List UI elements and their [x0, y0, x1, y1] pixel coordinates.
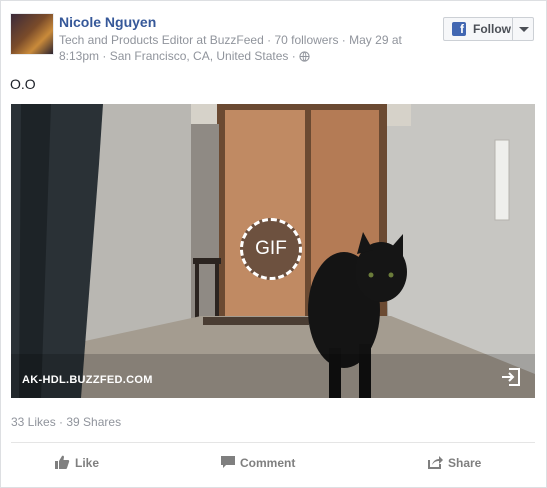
globe-icon [299, 50, 310, 66]
gif-media[interactable]: GIF AK-HDL.BUZZFED.COM [11, 104, 535, 398]
actions-divider [11, 442, 535, 443]
meta-line-2: 8:13pm · San Francisco, CA, United State… [59, 49, 296, 63]
engagement-stats[interactable]: 33 Likes · 39 Shares [11, 415, 121, 429]
meta-line-1: Tech and Products Editor at BuzzFeed · 7… [59, 33, 402, 47]
facebook-icon: f [452, 22, 466, 36]
author-name[interactable]: Nicole Nguyen [59, 14, 156, 30]
share-label: Share [448, 456, 482, 470]
like-label: Like [75, 456, 100, 470]
expand-icon[interactable] [500, 366, 522, 388]
chevron-down-icon[interactable] [519, 27, 529, 32]
comment-button[interactable]: Comment [220, 454, 310, 472]
follow-label: Follow [473, 22, 511, 36]
comment-label: Comment [240, 456, 296, 470]
follow-button[interactable]: f Follow [443, 17, 534, 41]
gif-play-badge[interactable]: GIF [240, 218, 302, 280]
author-avatar[interactable] [10, 13, 54, 55]
like-icon [55, 455, 70, 469]
like-button[interactable]: Like [54, 454, 114, 472]
post-meta: Tech and Products Editor at BuzzFeed · 7… [59, 32, 429, 66]
post-card: Nicole Nguyen Tech and Products Editor a… [0, 0, 547, 488]
follow-divider [512, 18, 513, 40]
share-button[interactable]: Share [427, 454, 497, 472]
media-domain: AK-HDL.BUZZFED.COM [22, 374, 153, 386]
share-icon [428, 456, 443, 469]
comment-icon [221, 456, 235, 468]
post-text: O.O [10, 76, 36, 92]
